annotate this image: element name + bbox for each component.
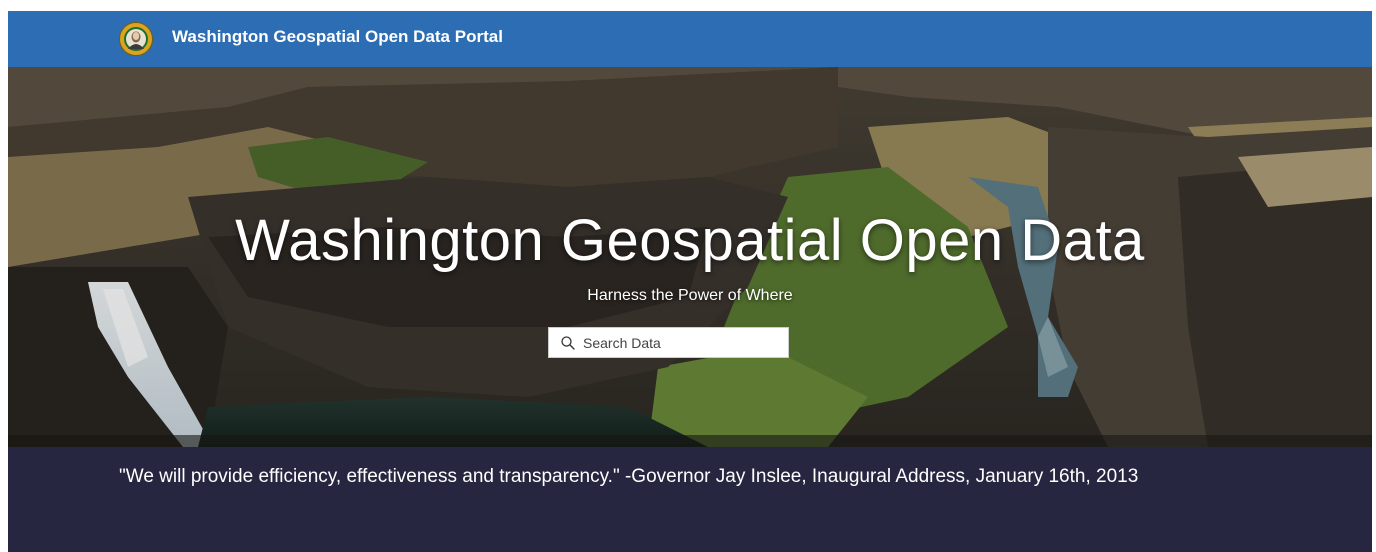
state-seal-icon[interactable] [119, 22, 153, 56]
governor-quote: "We will provide efficiency, effectivene… [119, 466, 1139, 487]
top-header-bar: Washington Geospatial Open Data Portal [8, 11, 1372, 67]
hero-title: Washington Geospatial Open Data [235, 208, 1145, 273]
hero-banner: Washington Geospatial Open Data Harness … [8, 67, 1372, 447]
search-icon [561, 335, 577, 351]
quote-band: "We will provide efficiency, effectivene… [8, 447, 1372, 552]
portal-frame: Washington Geospatial Open Data Portal W… [8, 11, 1372, 552]
hero-subtitle: Harness the Power of Where [587, 287, 793, 304]
page: Washington Geospatial Open Data Portal W… [0, 0, 1376, 552]
search-box[interactable] [548, 327, 789, 358]
search-input[interactable] [583, 334, 783, 351]
site-title-link[interactable]: Washington Geospatial Open Data Portal [172, 27, 503, 47]
